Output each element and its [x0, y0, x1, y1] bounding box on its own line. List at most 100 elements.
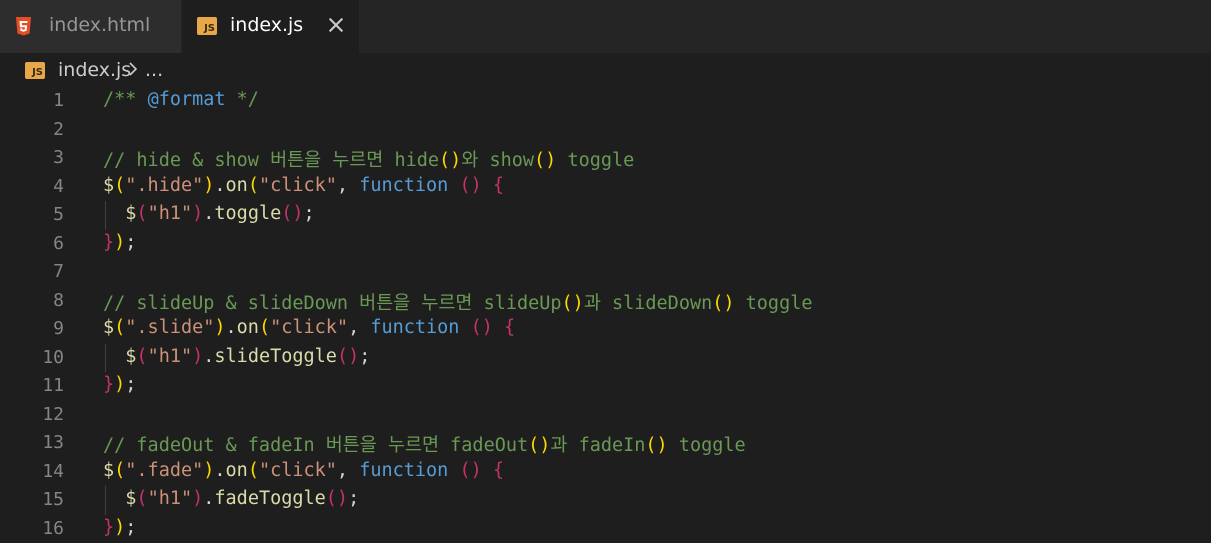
js-file-icon: JS: [197, 17, 217, 35]
code-token: .: [225, 317, 237, 338]
code-token: $: [103, 317, 115, 338]
code-token: "h1": [147, 203, 193, 224]
code-text: $("h1").slideToggle();: [103, 346, 370, 367]
code-line[interactable]: 13// fadeOut & fadeIn 버튼을 누르면 fadeOut()과…: [0, 429, 1211, 458]
breadcrumb-more[interactable]: ...: [145, 59, 163, 81]
code-token: // hide & show 버튼을 누르면 hide: [103, 150, 440, 171]
code-text: });: [103, 517, 136, 538]
code-token: fadeToggle: [214, 488, 326, 509]
code-token: (: [136, 203, 148, 224]
code-token: }: [103, 231, 115, 253]
code-text: // fadeOut & fadeIn 버튼을 누르면 fadeOut()과 f…: [103, 431, 746, 457]
code-token: ,: [348, 317, 371, 338]
code-line[interactable]: 15 $("h1").fadeToggle();: [0, 486, 1211, 515]
code-token: function: [359, 174, 449, 196]
code-token: function: [370, 317, 460, 338]
code-line[interactable]: 4 $(".hide").on("click", function () {: [0, 173, 1211, 202]
code-text: $("h1").fadeToggle();: [103, 488, 359, 509]
code-text: // hide & show 버튼을 누르면 hide()와 show() to…: [103, 146, 634, 172]
code-token: 과 slideDown: [583, 292, 713, 314]
code-token: "click": [270, 317, 349, 338]
code-token: ".slide": [125, 317, 215, 338]
code-line[interactable]: 12: [0, 401, 1211, 430]
code-token: ): [192, 345, 204, 367]
code-line[interactable]: 7: [0, 258, 1211, 287]
code-token: on: [225, 459, 248, 481]
code-line[interactable]: 1 /** @format */: [0, 87, 1211, 116]
line-number: 7: [53, 261, 64, 282]
code-token: (: [114, 317, 126, 338]
code-token: // slideUp & slideDown 버튼을 누르면 slideUp: [103, 292, 562, 314]
code-text: /** @format */: [103, 89, 259, 110]
line-number: 14: [42, 460, 64, 482]
code-token: .: [203, 345, 215, 367]
breadcrumb-file[interactable]: index.js: [58, 59, 131, 81]
indent-guide: [105, 486, 106, 515]
code-token: "click": [258, 174, 337, 196]
code-token: (: [136, 488, 148, 509]
js-file-icon: JS: [25, 62, 45, 79]
code-token: (): [534, 150, 557, 171]
code-line[interactable]: 2: [0, 116, 1211, 145]
code-token: }: [103, 516, 115, 538]
code-line[interactable]: 5 $("h1").toggle();: [0, 201, 1211, 230]
code-token: ;: [348, 488, 360, 509]
code-token: (): [459, 459, 482, 481]
html5-icon: [16, 17, 31, 36]
chevron-right-icon: [129, 62, 138, 76]
code-line[interactable]: 6});: [0, 230, 1211, 259]
code-token: "h1": [147, 345, 193, 367]
code-token: $: [125, 345, 137, 367]
close-icon[interactable]: [327, 16, 345, 34]
code-editor[interactable]: 1 /** @format */ 2 3 // hide & show 버튼을 누르면 …: [0, 87, 1211, 543]
code-line[interactable]: 3// hide & show 버튼을 누르면 hide()와 show() t…: [0, 144, 1211, 173]
code-token: (): [439, 150, 462, 171]
code-token: {: [492, 459, 505, 481]
code-token: on: [236, 317, 259, 338]
code-token: function: [359, 459, 449, 481]
tab-index-js[interactable]: JS index.js: [182, 0, 359, 53]
code-line[interactable]: 14 $(".fade").on("click", function () {: [0, 458, 1211, 487]
code-token: ): [214, 317, 226, 338]
code-token: "click": [258, 459, 337, 481]
code-token: {: [492, 174, 505, 196]
code-token: slideToggle: [214, 345, 337, 367]
line-number: 12: [42, 403, 64, 425]
code-token: ): [192, 488, 204, 509]
code-token: (): [325, 488, 349, 509]
code-text: $(".slide").on("click", function () {: [103, 317, 515, 338]
code-token: .: [214, 459, 226, 481]
code-token: */: [225, 89, 259, 110]
code-token: (: [136, 345, 148, 367]
code-token: (): [281, 203, 304, 224]
code-line[interactable]: 11});: [0, 372, 1211, 401]
code-token: /**: [103, 89, 148, 110]
code-token: .: [214, 174, 226, 196]
code-token: ,: [336, 459, 360, 481]
tab-label: index.html: [49, 14, 151, 36]
code-token: (: [114, 459, 126, 481]
tab-index-html[interactable]: index.html: [0, 0, 182, 53]
code-token: $: [125, 488, 137, 509]
code-token: ): [192, 203, 204, 224]
code-token: 과 fadeIn: [550, 435, 646, 456]
code-line[interactable]: 10 $("h1").slideToggle();: [0, 344, 1211, 373]
line-number: 11: [42, 375, 64, 396]
code-token: ;: [125, 516, 137, 538]
line-number: 6: [53, 232, 64, 254]
code-line[interactable]: 16});: [0, 515, 1211, 543]
code-text: $(".fade").on("click", function () {: [103, 460, 504, 481]
code-line[interactable]: 8// slideUp & slideDown 버튼을 누르면 slideUp(…: [0, 287, 1211, 316]
code-token: ): [203, 174, 215, 196]
line-number: 4: [53, 175, 64, 197]
line-number: 1: [53, 90, 64, 111]
code-token: $: [103, 174, 115, 196]
code-token: ".fade": [125, 459, 204, 481]
code-text: // slideUp & slideDown 버튼을 누르면 slideUp ()…: [103, 289, 812, 315]
code-token: (): [712, 292, 735, 314]
code-line[interactable]: 9 $(".slide").on("click", function () {: [0, 315, 1211, 344]
